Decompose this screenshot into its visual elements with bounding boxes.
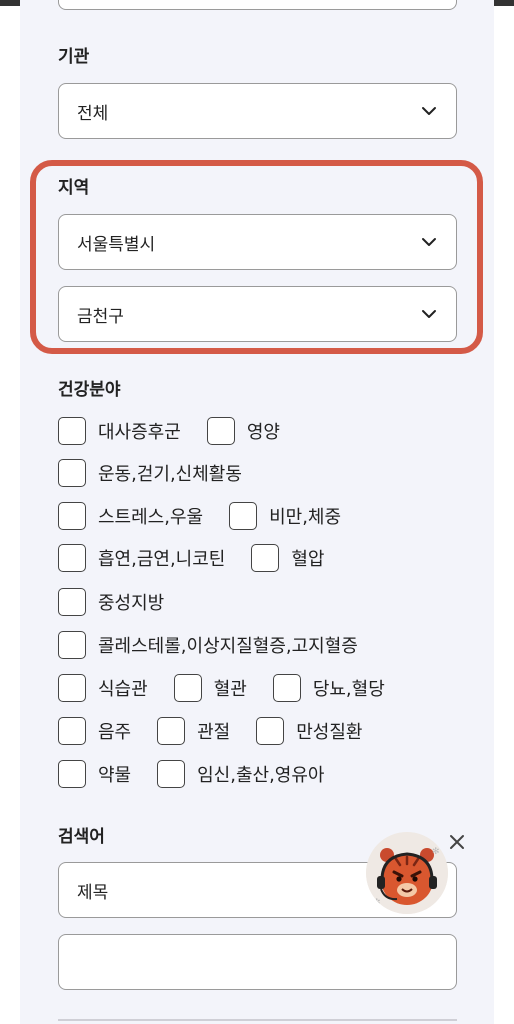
checkbox-drinking[interactable]: 음주 xyxy=(58,717,131,745)
close-icon[interactable] xyxy=(446,831,468,853)
region-label: 지역 xyxy=(58,178,90,198)
checkbox-row: 흡연,금연,니코틴 혈압 xyxy=(58,543,351,573)
checkbox-box[interactable] xyxy=(58,588,86,616)
checkbox-row: 음주 관절 만성질환 xyxy=(58,716,389,746)
checkbox-cholesterol[interactable]: 콜레스테롤,이상지질혈증,고지혈증 xyxy=(58,631,358,659)
chevron-down-icon xyxy=(422,107,436,115)
checkbox-row: 대사증후군 영양 xyxy=(58,416,306,446)
checkbox-triglyceride[interactable]: 중성지방 xyxy=(58,588,164,616)
agency-label: 기관 xyxy=(58,47,90,67)
agency-select[interactable]: 전체 xyxy=(58,83,457,139)
checkbox-label: 약물 xyxy=(98,765,132,786)
checkbox-row: 스트레스,우울 비만,체중 xyxy=(58,501,367,531)
mascot-chatbot-icon[interactable]: ✻ ✻ xyxy=(366,832,448,914)
mascot-illustration: ✻ ✻ xyxy=(366,832,448,914)
checkbox-pregnancy[interactable]: 임신,출산,영유아 xyxy=(157,760,325,788)
checkbox-label: 흡연,금연,니코틴 xyxy=(98,549,226,570)
checkbox-box[interactable] xyxy=(58,631,86,659)
checkbox-medication[interactable]: 약물 xyxy=(58,760,131,788)
checkbox-box[interactable] xyxy=(58,502,86,530)
checkbox-box[interactable] xyxy=(58,417,86,445)
checkbox-label: 관절 xyxy=(197,722,231,743)
checkbox-blood-pressure[interactable]: 혈압 xyxy=(251,544,325,572)
checkbox-vessels[interactable]: 혈관 xyxy=(173,674,247,702)
search-input[interactable] xyxy=(58,934,457,990)
region-district-select[interactable]: 금천구 xyxy=(58,286,457,342)
checkbox-label: 혈압 xyxy=(291,549,325,570)
checkbox-box[interactable] xyxy=(272,674,301,702)
checkbox-obesity[interactable]: 비만,체중 xyxy=(229,502,341,530)
checkbox-box[interactable] xyxy=(58,760,86,788)
checkbox-row: 식습관 혈관 당뇨,혈당 xyxy=(58,673,411,703)
checkbox-row: 콜레스테롤,이상지질혈증,고지혈증 xyxy=(58,630,384,660)
checkbox-label: 스트레스,우울 xyxy=(98,507,204,528)
checkbox-metabolic-syndrome[interactable]: 대사증후군 xyxy=(58,417,181,445)
chevron-down-icon xyxy=(422,310,436,318)
checkbox-label: 중성지방 xyxy=(98,593,165,614)
checkbox-joints[interactable]: 관절 xyxy=(157,717,230,745)
checkbox-box[interactable] xyxy=(58,459,86,487)
checkbox-box[interactable] xyxy=(58,544,86,572)
checkbox-label: 혈관 xyxy=(213,679,247,700)
svg-text:✻: ✻ xyxy=(432,847,440,857)
checkbox-label: 임신,출산,영유아 xyxy=(197,765,325,786)
checkbox-box[interactable] xyxy=(206,417,235,445)
previous-field[interactable] xyxy=(58,0,457,10)
checkbox-row: 중성지방 xyxy=(58,587,190,617)
checkbox-exercise[interactable]: 운동,걷기,신체활동 xyxy=(58,459,242,487)
checkbox-label: 음주 xyxy=(98,722,132,743)
divider xyxy=(58,1019,457,1021)
checkbox-row: 약물 임신,출산,영유아 xyxy=(58,759,351,789)
health-field-label: 건강분야 xyxy=(58,380,121,400)
checkbox-box[interactable] xyxy=(58,674,86,702)
checkbox-stress[interactable]: 스트레스,우울 xyxy=(58,502,203,530)
checkbox-box[interactable] xyxy=(229,502,258,530)
checkbox-box[interactable] xyxy=(256,717,285,745)
checkbox-box[interactable] xyxy=(58,717,86,745)
search-label: 검색어 xyxy=(58,827,105,847)
checkbox-label: 운동,걷기,신체활동 xyxy=(98,464,242,485)
checkbox-row: 운동,걷기,신체활동 xyxy=(58,458,268,488)
region-city-value: 서울특별시 xyxy=(77,234,156,255)
checkbox-label: 영양 xyxy=(246,422,280,443)
checkbox-label: 대사증후군 xyxy=(98,422,181,443)
checkbox-box[interactable] xyxy=(173,674,202,702)
agency-select-value: 전체 xyxy=(77,103,109,124)
chevron-down-icon xyxy=(422,238,436,246)
checkbox-diabetes[interactable]: 당뇨,혈당 xyxy=(272,674,385,702)
checkbox-label: 콜레스테롤,이상지질혈증,고지혈증 xyxy=(98,636,358,657)
checkbox-box[interactable] xyxy=(251,544,280,572)
checkbox-diet[interactable]: 식습관 xyxy=(58,674,148,702)
region-district-value: 금천구 xyxy=(77,306,124,327)
checkbox-label: 만성질환 xyxy=(296,722,363,743)
checkbox-label: 비만,체중 xyxy=(269,507,342,528)
checkbox-box[interactable] xyxy=(157,717,186,745)
checkbox-label: 당뇨,혈당 xyxy=(312,679,385,700)
checkbox-chronic[interactable]: 만성질환 xyxy=(256,717,363,745)
checkbox-nutrition[interactable]: 영양 xyxy=(206,417,280,445)
checkbox-box[interactable] xyxy=(157,760,186,788)
checkbox-label: 식습관 xyxy=(98,679,148,700)
region-city-select[interactable]: 서울특별시 xyxy=(58,214,457,270)
checkbox-smoking[interactable]: 흡연,금연,니코틴 xyxy=(58,544,225,572)
